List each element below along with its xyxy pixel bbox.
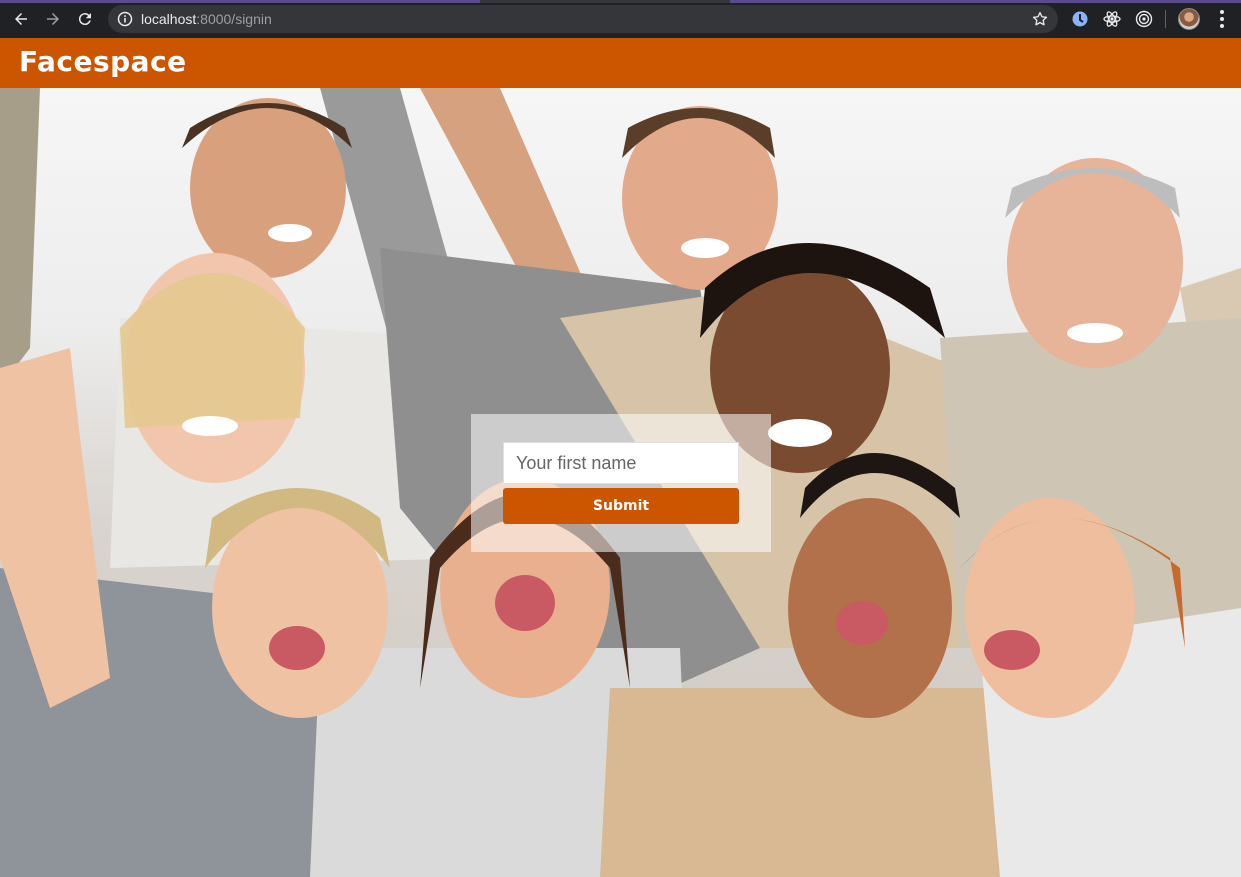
extension-button[interactable]: [1070, 9, 1090, 29]
reload-button[interactable]: [74, 8, 96, 30]
url-text: localhost:8000/signin: [141, 10, 272, 28]
target-extension-button[interactable]: [1134, 9, 1154, 29]
arrow-left-icon: [15, 13, 27, 25]
forward-button[interactable]: [42, 8, 64, 30]
submit-button[interactable]: Submit: [503, 488, 739, 524]
profile-avatar[interactable]: [1178, 8, 1200, 30]
url-host: localhost: [141, 11, 197, 27]
tab-strip-accent: [0, 0, 480, 3]
back-button[interactable]: [10, 8, 32, 30]
react-devtools-icon: [1103, 11, 1121, 27]
tab-strip-edge: [0, 0, 1241, 3]
toolbar-separator: [1165, 10, 1166, 28]
url-path: :8000/signin: [196, 11, 272, 27]
target-icon: [1135, 10, 1153, 28]
star-icon[interactable]: [1031, 10, 1049, 28]
first-name-input[interactable]: [503, 442, 739, 484]
kebab-menu-icon[interactable]: [1212, 9, 1232, 29]
tab-strip-accent: [730, 0, 1241, 3]
extension-blue-icon: [1072, 11, 1088, 27]
arrow-right-icon: [47, 13, 59, 25]
address-bar[interactable]: localhost:8000/signin: [108, 5, 1058, 33]
brand-logo[interactable]: Facespace: [19, 44, 187, 80]
react-devtools-button[interactable]: [1102, 9, 1122, 29]
info-circle-icon[interactable]: [117, 11, 133, 27]
browser-toolbar: localhost:8000/signin: [0, 0, 1241, 38]
reload-icon: [78, 13, 91, 26]
signin-form: Submit: [471, 414, 771, 552]
app-header: Facespace: [0, 38, 1241, 88]
